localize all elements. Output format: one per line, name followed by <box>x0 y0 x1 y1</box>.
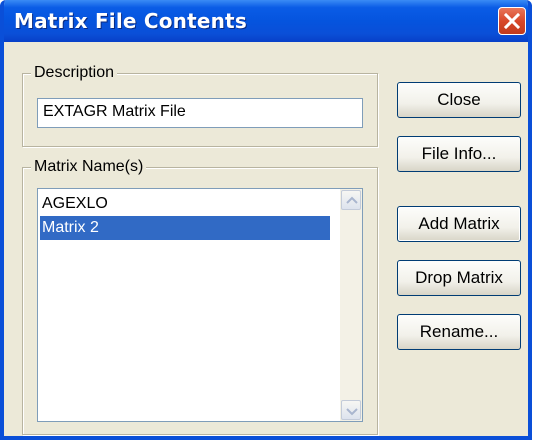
title-bar[interactable]: Matrix File Contents <box>4 0 528 42</box>
matrix-names-legend: Matrix Name(s) <box>31 157 147 177</box>
description-legend: Description <box>31 63 118 83</box>
chevron-up-icon <box>346 196 358 204</box>
add-matrix-button[interactable]: Add Matrix <box>397 206 521 242</box>
drop-matrix-button[interactable]: Drop Matrix <box>397 260 521 296</box>
scroll-down-button[interactable] <box>341 400 361 420</box>
description-field[interactable]: EXTAGR Matrix File <box>37 98 363 128</box>
matrix-names-group: Matrix Name(s) AGEXLO Matrix 2 <box>22 157 378 435</box>
file-info-button[interactable]: File Info... <box>397 136 521 172</box>
matrix-list[interactable]: AGEXLO Matrix 2 <box>37 188 363 422</box>
list-item-label: Matrix 2 <box>42 219 99 236</box>
window-close-button[interactable] <box>498 7 526 35</box>
window-title: Matrix File Contents <box>14 9 247 33</box>
list-item[interactable]: AGEXLO <box>40 192 330 216</box>
rename-button[interactable]: Rename... <box>397 314 521 350</box>
vertical-scrollbar[interactable] <box>340 189 362 421</box>
matrix-file-contents-dialog: Matrix File Contents Description EXTAGR … <box>0 0 532 440</box>
chevron-down-icon <box>346 408 358 416</box>
list-item-label: AGEXLO <box>42 195 108 212</box>
description-group: Description EXTAGR Matrix File <box>22 63 378 147</box>
close-button[interactable]: Close <box>397 82 521 118</box>
list-item-selected[interactable]: Matrix 2 <box>40 216 330 240</box>
close-x-icon <box>503 12 521 30</box>
scroll-up-button[interactable] <box>341 190 361 210</box>
